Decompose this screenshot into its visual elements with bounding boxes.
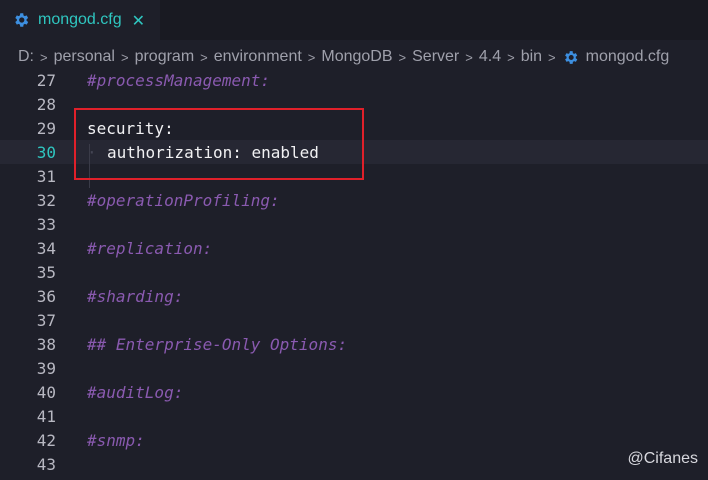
code-line[interactable]: 27 #processManagement: [0, 68, 708, 92]
code-line[interactable]: 35 [0, 260, 708, 284]
gear-icon [564, 50, 577, 64]
code-line[interactable]: 42 #snmp: [0, 428, 708, 452]
line-number: 27 [36, 70, 56, 90]
line-number: 36 [36, 286, 56, 306]
code-text: #sharding: [87, 286, 184, 306]
code-line[interactable]: 36 #sharding: [0, 284, 708, 308]
watermark: @Cifanes [627, 450, 699, 467]
line-number: 29 [36, 118, 56, 138]
chevron-right-icon: > [507, 49, 515, 65]
code-text: #auditLog: [87, 382, 184, 402]
tab-mongod-cfg[interactable]: mongod.cfg ✕ [0, 0, 160, 40]
code-line[interactable]: 43 [0, 452, 708, 476]
line-number: 35 [36, 262, 56, 282]
chevron-right-icon: > [120, 49, 129, 65]
breadcrumb-item-environment[interactable]: environment [214, 48, 302, 66]
code-text: #snmp: [87, 430, 145, 450]
line-number: 39 [36, 358, 56, 378]
code-text: ## Enterprise-Only Options: [87, 334, 348, 354]
line-number: 38 [36, 334, 56, 354]
code-line[interactable]: 28 [0, 92, 708, 116]
breadcrumb-item-mongodb[interactable]: MongoDB [321, 48, 392, 66]
code-line-current[interactable]: 30 · authorization: enabled [0, 140, 708, 164]
code-text: #operationProfiling: [87, 190, 280, 210]
breadcrumb-item-file[interactable]: mongod.cfg [586, 48, 670, 66]
line-number: 34 [36, 238, 56, 258]
line-number: 33 [36, 214, 56, 234]
code-line[interactable]: 40 #auditLog: [0, 380, 708, 404]
chevron-right-icon: > [398, 49, 407, 65]
line-number: 43 [36, 454, 56, 474]
gear-icon [15, 13, 29, 27]
code-line[interactable]: 37 [0, 308, 708, 332]
code-text: authorization: enabled [107, 142, 319, 162]
code-line[interactable]: 31 [0, 164, 708, 188]
chevron-right-icon: > [465, 49, 473, 65]
breadcrumb-item-server[interactable]: Server [412, 48, 459, 66]
breadcrumb-item-version[interactable]: 4.4 [479, 48, 501, 66]
code-line[interactable]: 41 [0, 404, 708, 428]
close-icon[interactable]: ✕ [132, 11, 145, 30]
line-number: 30 [36, 142, 56, 162]
chevron-right-icon: > [40, 49, 48, 65]
tab-label: mongod.cfg [38, 11, 122, 28]
code-editor[interactable]: 27 #processManagement: 28 29 security: 3… [0, 68, 708, 480]
code-line[interactable]: 29 security: [0, 116, 708, 140]
tab-bar: mongod.cfg ✕ [0, 0, 708, 40]
line-number: 31 [36, 166, 56, 186]
chevron-right-icon: > [307, 49, 316, 65]
code-line[interactable]: 34 #replication: [0, 236, 708, 260]
chevron-right-icon: > [200, 49, 208, 65]
indent-guide [89, 144, 90, 188]
code-line[interactable]: 39 [0, 356, 708, 380]
line-number: 28 [36, 94, 56, 114]
chevron-right-icon: > [548, 49, 556, 65]
line-number: 41 [36, 406, 56, 426]
breadcrumb-item-drive[interactable]: D: [18, 48, 34, 66]
code-text: #replication: [87, 238, 213, 258]
code-line[interactable]: 38 ## Enterprise-Only Options: [0, 332, 708, 356]
code-line[interactable]: 33 [0, 212, 708, 236]
code-text: #processManagement: [87, 70, 271, 90]
code-text: security: [87, 118, 174, 138]
line-number: 40 [36, 382, 56, 402]
breadcrumb-item-personal[interactable]: personal [54, 48, 115, 66]
breadcrumb-item-program[interactable]: program [135, 48, 195, 66]
line-number: 42 [36, 430, 56, 450]
breadcrumb: D: > personal > program > environment > … [0, 44, 708, 70]
breadcrumb-item-bin[interactable]: bin [521, 48, 542, 66]
line-number: 32 [36, 190, 56, 210]
line-number: 37 [36, 310, 56, 330]
code-line[interactable]: 32 #operationProfiling: [0, 188, 708, 212]
